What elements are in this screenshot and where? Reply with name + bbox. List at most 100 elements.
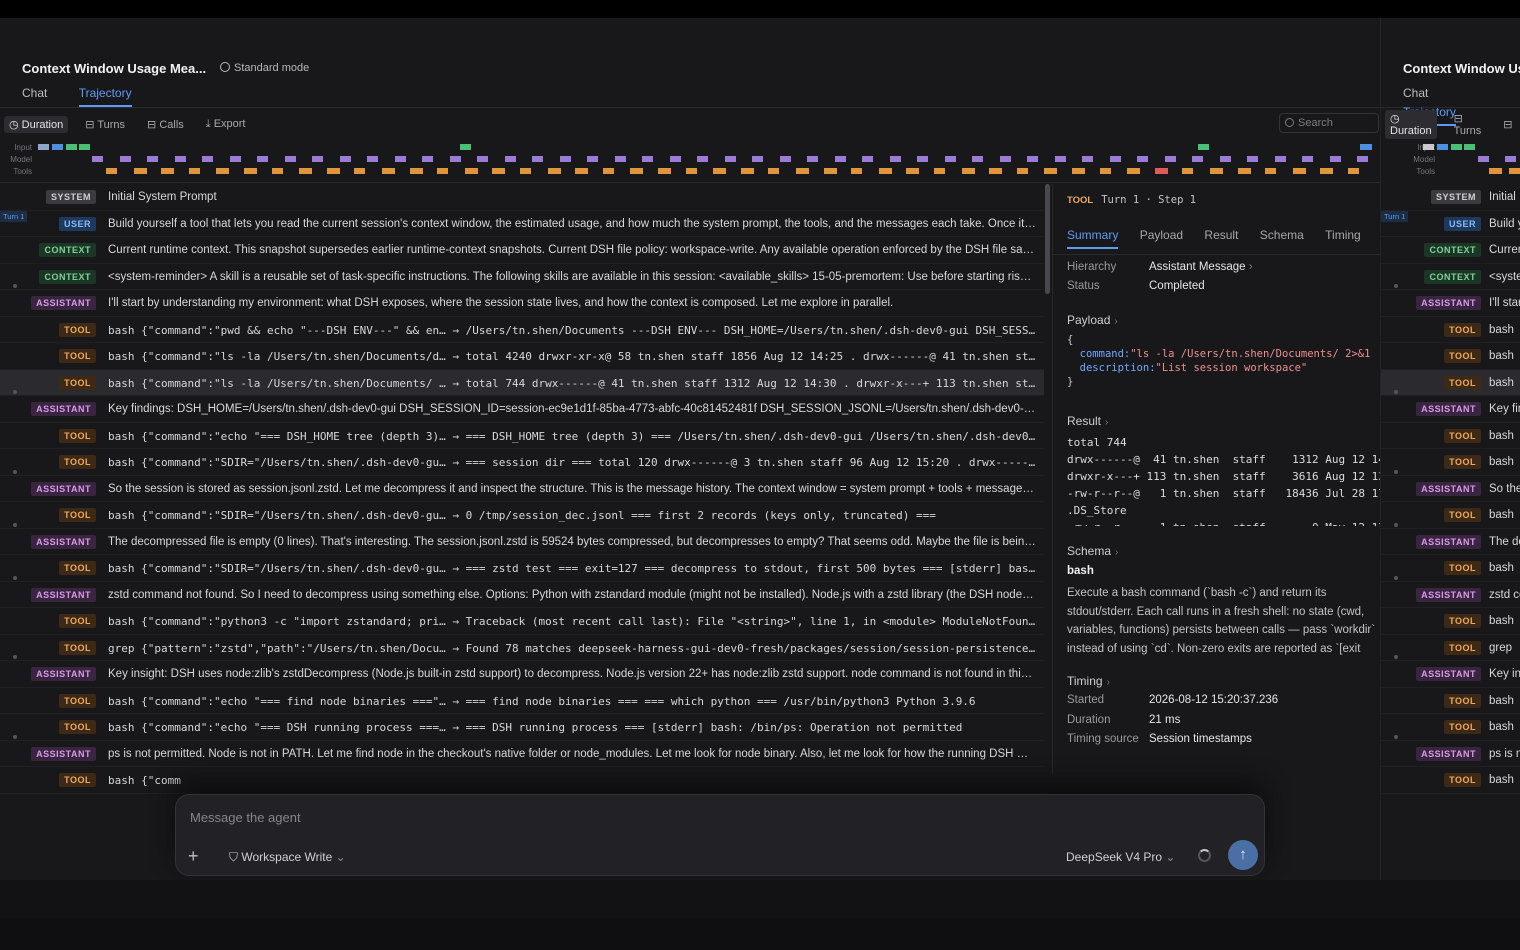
add-attachment-button[interactable]: + <box>188 847 199 865</box>
workspace-permission-select[interactable]: ⛉ Workspace Write ⌄ <box>229 850 346 865</box>
trajectory-row[interactable]: TOOL bash {"command":"echo "=== DSH_HOME … <box>0 423 1044 449</box>
secondary-turns-button[interactable]: ⊟ Turns <box>1449 110 1487 139</box>
trajectory-row[interactable]: TOOL bash {"command":"SDIR="/Users/tn.she… <box>0 502 1044 529</box>
search-input[interactable]: Search <box>1279 113 1379 133</box>
secondary-trajectory-row[interactable]: TOOL bash <box>1381 317 1520 343</box>
role-badge: TOOL <box>59 455 96 469</box>
secondary-role-badge: TOOL <box>1444 428 1481 443</box>
secondary-trajectory-row[interactable]: SYSTEM Initial <box>1381 184 1520 211</box>
role-badge: TOOL <box>59 693 96 708</box>
timing-section[interactable]: Timing › <box>1067 674 1110 688</box>
trajectory-row[interactable]: TOOL bash {"comm <box>0 767 1044 794</box>
list-scrollbar[interactable] <box>1045 184 1050 294</box>
tab-trajectory[interactable]: Trajectory <box>78 86 132 107</box>
hierarchy-link[interactable]: Assistant Message › <box>1149 261 1253 273</box>
secondary-trajectory-row[interactable]: TOOL bash <box>1381 449 1520 476</box>
secondary-calls-button[interactable]: ⊟ <box>1498 116 1517 133</box>
secondary-trajectory-row[interactable]: TOOL bash <box>1381 767 1520 794</box>
trajectory-row[interactable]: TOOL bash {"command":"SDIR="/Users/tn.she… <box>0 555 1044 582</box>
trajectory-row[interactable]: ASSISTANT So the session is stored as ses… <box>0 469 1044 502</box>
trajectory-row[interactable]: ASSISTANT I'll start by understanding my … <box>0 284 1044 317</box>
secondary-trajectory-row[interactable]: ASSISTANT Key in <box>1381 655 1520 688</box>
timeline-model-mark <box>394 156 406 162</box>
secondary-trajectory-row[interactable]: TOOL bash <box>1381 423 1520 449</box>
payload-section[interactable]: Payload › <box>1067 313 1118 327</box>
tab-result[interactable]: Result <box>1204 228 1238 247</box>
trajectory-row[interactable]: SYSTEM Initial System Prompt <box>0 184 1044 211</box>
trajectory-row[interactable]: TOOL bash {"command":"ls -la /Users/tn.sh… <box>0 343 1044 370</box>
secondary-trajectory-row[interactable]: ASSISTANT ps is n <box>1381 734 1520 767</box>
secondary-role-badge: ASSISTANT <box>1416 534 1481 549</box>
secondary-trajectory-row[interactable]: TOOL bash <box>1381 369 1520 396</box>
secondary-tab-chat[interactable]: Chat <box>1403 86 1428 105</box>
row-text: Build yourself a tool that lets you read… <box>108 217 1036 230</box>
secondary-trajectory-row[interactable]: TOOL bash <box>1381 502 1520 529</box>
schema-label: Schema <box>1067 544 1112 558</box>
secondary-trajectory-row[interactable]: TOOL bash <box>1381 688 1520 714</box>
secondary-trajectory-row[interactable]: TOOL bash <box>1381 343 1520 370</box>
secondary-trajectory-row[interactable]: ASSISTANT zstd co <box>1381 575 1520 608</box>
secondary-trajectory-row[interactable]: ASSISTANT The de <box>1381 522 1520 555</box>
message-input[interactable]: Message the agent <box>190 810 301 825</box>
tab-schema[interactable]: Schema <box>1260 228 1304 247</box>
export-button[interactable]: ⤓ Export <box>201 116 251 133</box>
tab-summary[interactable]: Summary <box>1067 228 1119 249</box>
trajectory-row[interactable]: ASSISTANT Key insight: DSH uses node:zlib… <box>0 655 1044 688</box>
trajectory-row[interactable]: ASSISTANT The decompressed file is empty … <box>0 522 1044 555</box>
trajectory-row[interactable]: ASSISTANT Key findings: DSH_HOME=/Users/t… <box>0 390 1044 423</box>
secondary-pane: Context Window Usa Chat Trajectory ◷ Dur… <box>1380 18 1520 880</box>
schema-description: Execute a bash command (`bash -c`) and r… <box>1067 584 1380 660</box>
trajectory-row[interactable]: TOOL grep {"pattern":"zstd","path":"/User… <box>0 635 1044 661</box>
trajectory-toolbar: ◷ Duration ⊟ Turns ⊟ Calls ⤓ Export <box>4 115 262 133</box>
model-label: DeepSeek V4 Pro <box>1066 850 1163 864</box>
secondary-trajectory-row[interactable]: CONTEXT <syste <box>1381 264 1520 290</box>
tab-payload[interactable]: Payload <box>1140 228 1183 247</box>
timeline-model-mark <box>1357 156 1368 162</box>
loading-spinner-icon <box>1198 849 1211 862</box>
started-value: 2026-08-12 15:20:37.236 <box>1149 694 1279 706</box>
schema-section[interactable]: Schema › <box>1067 544 1118 558</box>
result-section[interactable]: Result › <box>1067 414 1108 428</box>
timeline-model-mark <box>257 156 268 162</box>
trajectory-row[interactable]: TOOL bash {"command":"echo "=== DSH runni… <box>0 714 1044 741</box>
trajectory-row[interactable]: ASSISTANT ps is not permitted. Node is no… <box>0 734 1044 767</box>
secondary-trajectory-row[interactable]: TOOL bash <box>1381 555 1520 582</box>
row-text: bash {"command":"pwd && echo "---DSH ENV… <box>108 323 1036 337</box>
role-badge: TOOL <box>59 614 96 628</box>
trajectory-row[interactable]: TOOL bash {"command":"SDIR="/Users/tn.she… <box>0 449 1044 476</box>
timeline[interactable]: Input Model Tools <box>0 140 1380 184</box>
tab-timing[interactable]: Timing <box>1325 228 1361 247</box>
timeline-tool-mark <box>740 168 754 174</box>
timeline-input-mark <box>1198 144 1209 150</box>
timeline-tool-mark <box>133 168 147 174</box>
page-title: Context Window Usage Mea... <box>22 61 207 76</box>
timeline-model-mark <box>614 156 626 162</box>
turns-button[interactable]: ⊟ Turns <box>80 116 130 133</box>
timeline-tool-mark <box>685 168 697 174</box>
calls-button[interactable]: ⊟ Calls <box>142 116 189 133</box>
trajectory-row[interactable]: TOOL bash {"command":"echo "=== find node… <box>0 688 1044 714</box>
trajectory-row[interactable]: TOOL bash {"command":"python3 -c "import … <box>0 608 1044 635</box>
secondary-trajectory-row[interactable]: ASSISTANT I'll star <box>1381 284 1520 317</box>
secondary-trajectory-row[interactable]: ASSISTANT So the <box>1381 469 1520 502</box>
timeline-model-mark <box>147 156 158 162</box>
tab-chat[interactable]: Chat <box>22 86 47 105</box>
trajectory-row[interactable]: TOOL bash {"command":"ls -la /Users/tn.sh… <box>0 369 1044 396</box>
timeline-model-mark <box>1329 156 1341 162</box>
duration-button[interactable]: ◷ Duration <box>4 115 69 133</box>
trajectory-row[interactable]: TOOL bash {"command":"pwd && echo "---DSH… <box>0 317 1044 343</box>
trajectory-row[interactable]: USER Build yourself a tool that lets you … <box>0 211 1044 237</box>
secondary-timeline[interactable] <box>1381 140 1520 184</box>
secondary-trajectory-row[interactable]: TOOL bash <box>1381 714 1520 741</box>
mode-indicator[interactable]: Standard mode <box>220 62 309 74</box>
secondary-trajectory-row[interactable]: ASSISTANT Key fir <box>1381 390 1520 423</box>
trajectory-row[interactable]: ASSISTANT zstd command not found. So I ne… <box>0 575 1044 608</box>
secondary-trajectory-row[interactable]: TOOL bash <box>1381 608 1520 635</box>
model-select[interactable]: DeepSeek V4 Pro ⌄ <box>1066 850 1175 864</box>
secondary-trajectory-row[interactable]: TOOL grep <box>1381 635 1520 661</box>
trajectory-row[interactable]: CONTEXT Current runtime context. This sna… <box>0 237 1044 264</box>
send-button[interactable]: ↑ <box>1228 840 1258 870</box>
trajectory-row[interactable]: CONTEXT <system-reminder> A skill is a re… <box>0 264 1044 290</box>
secondary-duration-button[interactable]: ◷ Duration <box>1385 109 1437 139</box>
secondary-trajectory-row[interactable]: CONTEXT Curren <box>1381 237 1520 264</box>
